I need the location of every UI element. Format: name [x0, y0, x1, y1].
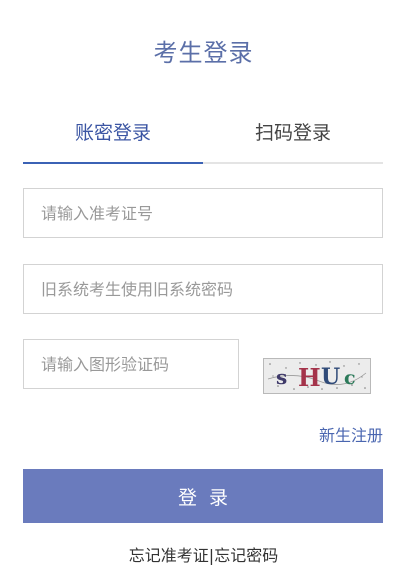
captcha-char: c [344, 367, 356, 389]
forgot-password-link[interactable]: 忘记密码 [214, 546, 278, 565]
captcha-input[interactable] [23, 339, 239, 389]
active-tab-indicator [23, 162, 203, 164]
login-button[interactable]: 登录 [23, 469, 383, 523]
captcha-char: U [321, 364, 340, 390]
forgot-exam-id-link[interactable]: 忘记准考证 [129, 546, 209, 565]
captcha-char: s [276, 365, 287, 389]
captcha-image[interactable]: s H U c [263, 358, 371, 394]
login-tabs: 账密登录 扫码登录 [23, 112, 383, 164]
password-input[interactable] [23, 264, 383, 314]
tab-qrcode-login[interactable]: 扫码登录 [203, 112, 383, 162]
captcha-graphic: s H U c [264, 359, 370, 393]
register-link[interactable]: 新生注册 [319, 422, 383, 446]
exam-id-input[interactable] [23, 188, 383, 238]
captcha-char: H [298, 363, 321, 392]
page-title: 考生登录 [153, 39, 254, 67]
tab-password-login[interactable]: 账密登录 [23, 112, 203, 162]
footer-links: 忘记准考证|忘记密码 [0, 542, 407, 566]
